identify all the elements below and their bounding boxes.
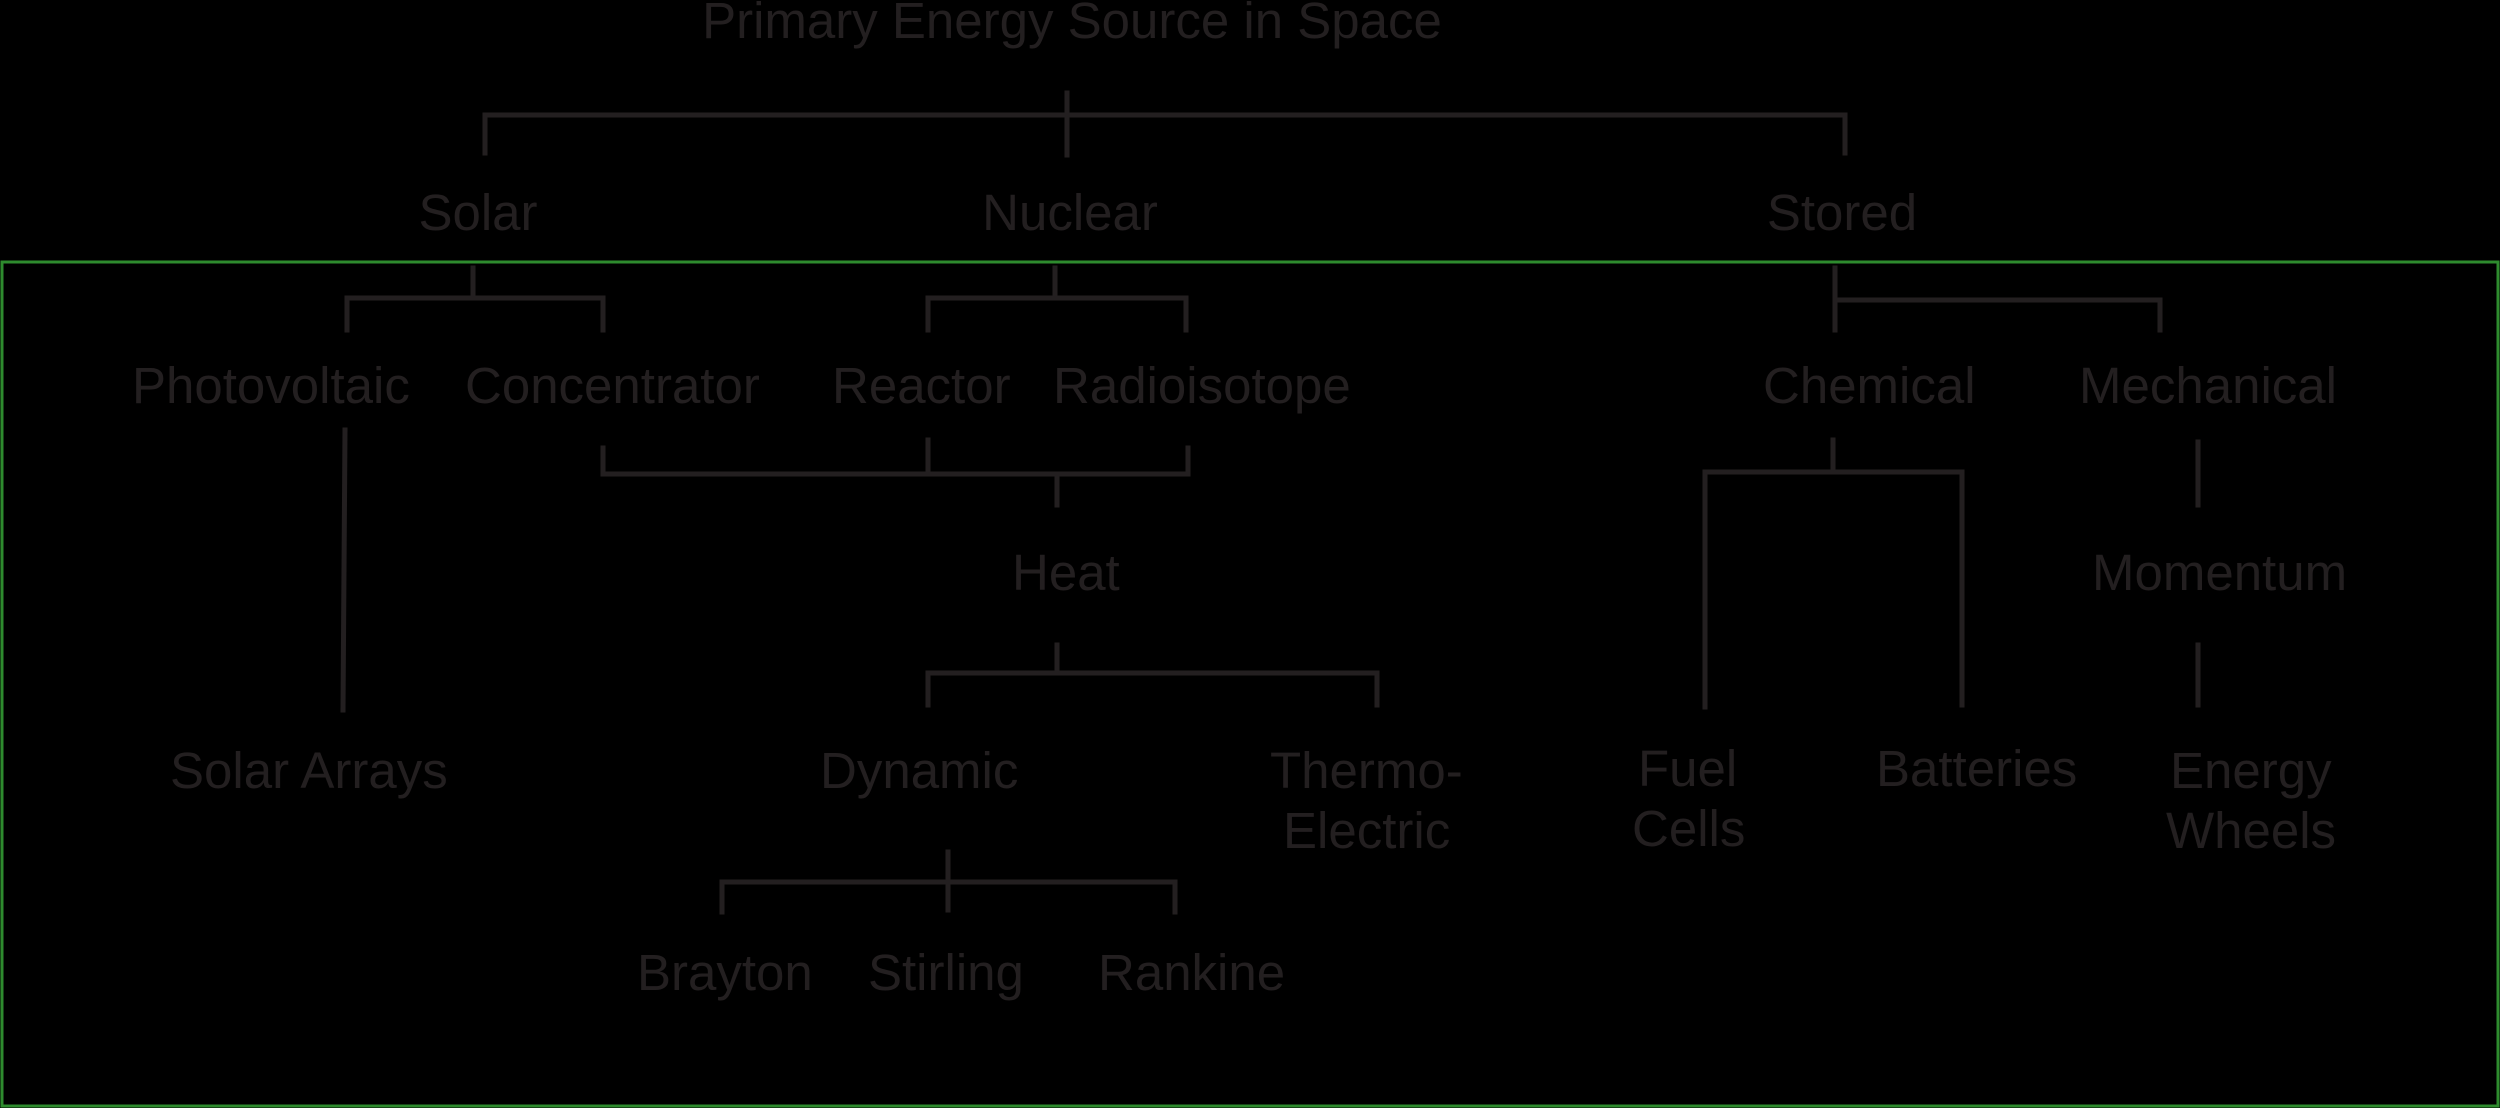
node-reactor: Reactor	[832, 357, 1011, 414]
node-mechanical: Mechanical	[2079, 357, 2337, 414]
node-batteries: Batteries	[1876, 740, 2077, 797]
energy-source-tree-diagram: Primary Energy Source in Space Solar Nuc…	[0, 0, 2500, 1108]
node-brayton: Brayton	[637, 944, 813, 1001]
node-solar: Solar	[418, 184, 537, 241]
node-radioisotope: Radioisotope	[1053, 357, 1351, 414]
diagram-title: Primary Energy Source in Space	[702, 0, 1442, 49]
node-dynamic: Dynamic	[820, 742, 1018, 799]
node-stored: Stored	[1767, 184, 1917, 241]
node-photovoltaic: Photovoltaic	[132, 357, 410, 414]
node-nuclear: Nuclear	[982, 184, 1158, 241]
node-energy-wheels-line2: Wheels	[2166, 802, 2336, 859]
node-thermoelectric-line2: Electric	[1283, 802, 1450, 859]
node-fuel-cells-line2: Cells	[1632, 800, 1745, 857]
node-energy-wheels-line1: Energy	[2170, 742, 2332, 799]
photovoltaic-connector	[340, 427, 348, 713]
node-thermoelectric-line1: Thermo-	[1270, 742, 1463, 799]
node-rankine: Rankine	[1098, 944, 1285, 1001]
node-stirling: Stirling	[868, 944, 1024, 1001]
node-momentum: Momentum	[2092, 544, 2347, 601]
node-chemical: Chemical	[1763, 357, 1976, 414]
node-concentrator: Concentrator	[465, 357, 760, 414]
node-heat: Heat	[1012, 544, 1120, 601]
node-fuel-cells-line1: Fuel	[1638, 740, 1737, 797]
node-solar-arrays: Solar Arrays	[170, 742, 448, 799]
